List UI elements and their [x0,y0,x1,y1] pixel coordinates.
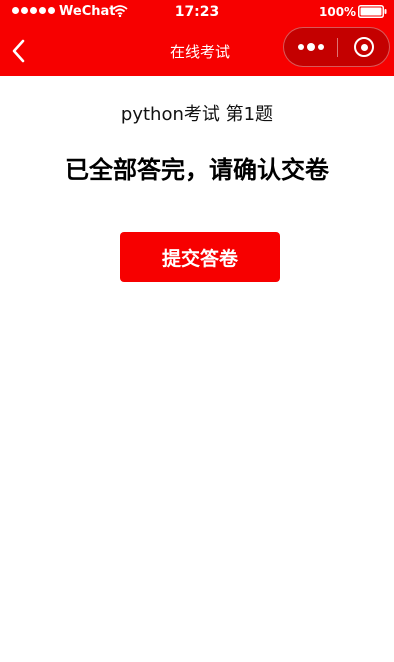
close-button[interactable] [338,28,390,66]
submit-answers-button[interactable]: 提交答卷 [120,232,280,282]
chevron-left-icon [12,39,25,63]
battery-percent: 100% [319,5,357,19]
page-title: 在线考试 [169,43,230,61]
back-button[interactable] [4,36,34,66]
mini-program-capsule [283,27,390,67]
exam-info: python考试 第1题 [120,104,274,125]
more-dots-icon [297,44,304,50]
more-button[interactable] [284,28,337,66]
status-bar: WeChat 17:23 100% [0,0,394,24]
completion-message: 已全部答完，请确认交卷 [65,156,329,184]
battery-icon [358,5,387,18]
close-target-icon [354,37,374,57]
header: WeChat 17:23 100% 在线考试 [0,0,394,76]
